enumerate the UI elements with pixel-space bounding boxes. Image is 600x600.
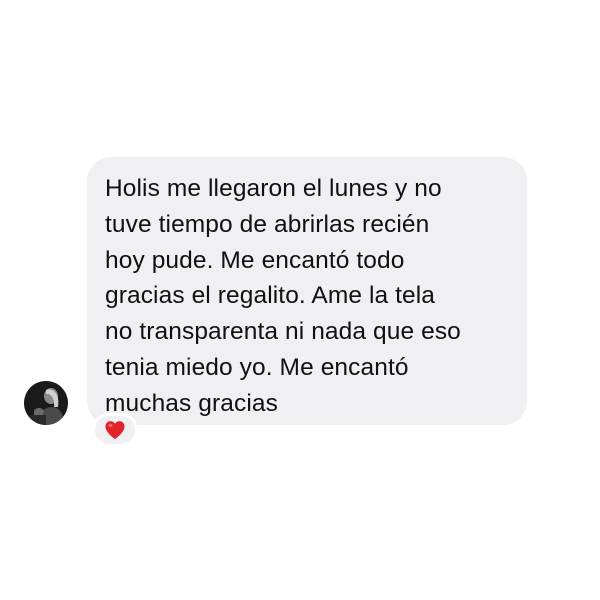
red-heart-icon [105, 421, 125, 440]
incoming-message-row: Holis me llegaron el lunes y no tuve tie… [0, 0, 600, 600]
avatar-photo-icon [24, 381, 68, 425]
message-bubble[interactable]: Holis me llegaron el lunes y no tuve tie… [87, 157, 527, 425]
message-text: Holis me llegaron el lunes y no tuve tie… [105, 175, 461, 417]
message-reaction[interactable] [92, 413, 138, 447]
chat-canvas: Holis me llegaron el lunes y no tuve tie… [0, 0, 600, 600]
sender-avatar[interactable] [24, 381, 68, 425]
